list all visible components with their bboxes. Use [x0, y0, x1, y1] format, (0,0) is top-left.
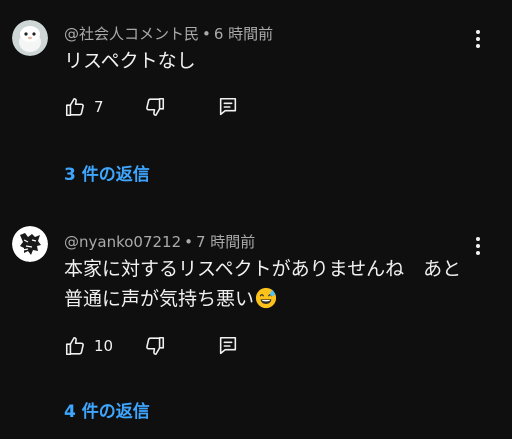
timestamp[interactable]: 6 時間前 — [214, 25, 273, 43]
author-name[interactable]: @nyanko07212 — [64, 233, 181, 251]
like-button[interactable]: 10 — [64, 334, 113, 358]
thumb-down-icon — [144, 335, 166, 357]
like-button[interactable]: 7 — [64, 95, 104, 119]
comment-line: 本家に対するリスペクトがありませんね あと — [64, 258, 462, 280]
like-count: 10 — [94, 337, 114, 355]
reply-button[interactable] — [217, 334, 239, 358]
dislike-button[interactable] — [144, 334, 166, 358]
reply-comment-icon — [217, 335, 239, 357]
comment-2: @nyanko07212 • 7 時間前 本家に対するリスペクトがありませんね あと… — [0, 200, 512, 439]
meta-separator: • — [202, 25, 211, 43]
sweat-smile-emoji — [255, 287, 277, 309]
comment-1: @社会人コメント民 • 6 時間前 リスペクトなし 7 3 件の返信 — [0, 0, 512, 200]
comment-line-with-emoji: 普通に声が気持ち悪い — [64, 284, 461, 314]
view-replies-link[interactable]: 4 件の返信 — [64, 397, 150, 422]
comment-meta: @社会人コメント民 • 6 時間前 — [64, 23, 273, 44]
replies-label: 4 件の返信 — [64, 402, 150, 422]
comment-text: リスペクトなし — [64, 46, 196, 76]
thumb-up-icon — [64, 335, 86, 357]
thumb-up-icon — [64, 96, 86, 118]
avatar[interactable] — [12, 226, 48, 262]
comment-text: 本家に対するリスペクトがありませんね あと 普通に声が気持ち悪い — [64, 254, 461, 314]
view-replies-link[interactable]: 3 件の返信 — [64, 160, 150, 185]
replies-label: 3 件の返信 — [64, 165, 150, 185]
more-vert-icon[interactable] — [470, 28, 486, 50]
author-name[interactable]: @社会人コメント民 — [64, 25, 199, 43]
timestamp[interactable]: 7 時間前 — [196, 233, 255, 251]
dislike-button[interactable] — [144, 95, 166, 119]
reply-button[interactable] — [217, 95, 239, 119]
thumb-down-icon — [144, 96, 166, 118]
comment-line: リスペクトなし — [64, 50, 196, 72]
avatar[interactable] — [12, 20, 48, 56]
more-vert-icon[interactable] — [470, 235, 486, 257]
comment-line: 普通に声が気持ち悪い — [64, 288, 255, 310]
meta-separator: • — [184, 233, 193, 251]
comment-meta: @nyanko07212 • 7 時間前 — [64, 231, 255, 252]
reply-comment-icon — [217, 96, 239, 118]
like-count: 7 — [94, 98, 104, 116]
